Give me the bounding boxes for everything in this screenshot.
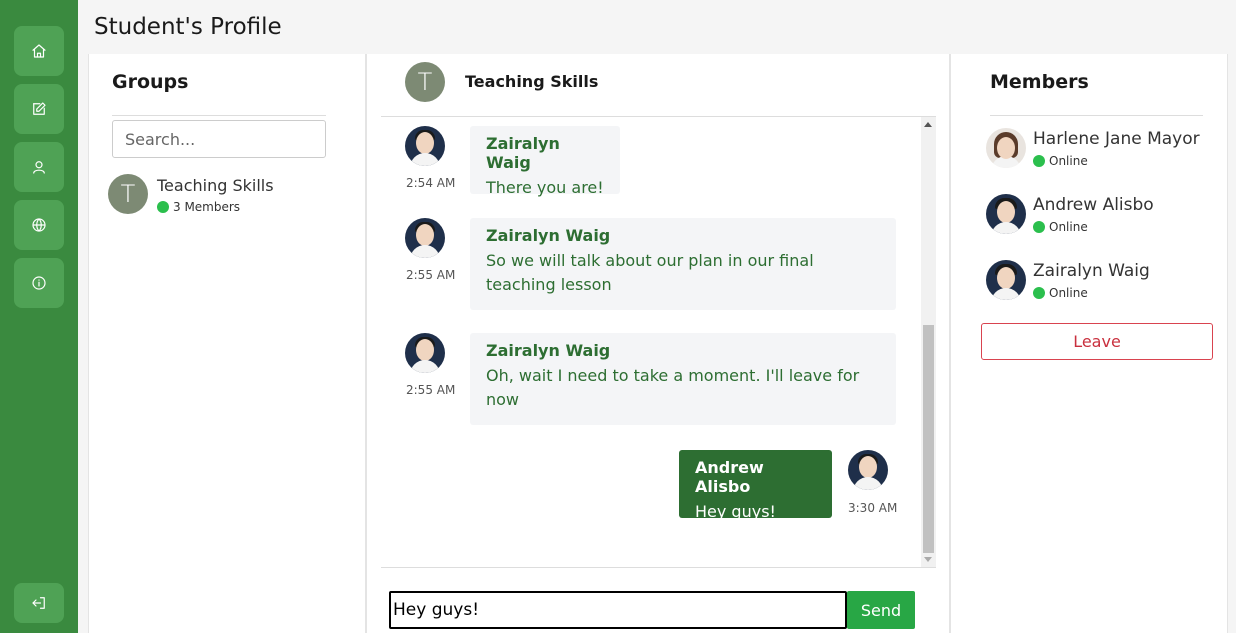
message-time: 2:54 AM bbox=[406, 176, 456, 190]
message-time: 2:55 AM bbox=[406, 383, 456, 397]
nav-profile-button[interactable] bbox=[14, 142, 64, 192]
scrollbar-thumb[interactable] bbox=[923, 325, 934, 553]
info-icon bbox=[32, 276, 46, 290]
online-dot-icon bbox=[1033, 155, 1045, 167]
groups-panel: Groups T Teaching Skills 3 Members bbox=[88, 54, 366, 633]
message-avatar bbox=[405, 333, 445, 373]
scroll-down-icon[interactable] bbox=[924, 557, 932, 562]
member-name: Harlene Jane Mayor bbox=[1033, 129, 1200, 149]
message-bubble: Zairalyn Waig Oh, wait I need to take a … bbox=[470, 333, 896, 425]
member-item: Zairalyn Waig Online bbox=[986, 260, 1216, 304]
message-bubble: Zairalyn Waig There you are! bbox=[470, 126, 620, 197]
members-divider bbox=[990, 115, 1203, 116]
groups-heading: Groups bbox=[112, 71, 189, 93]
online-dot-icon bbox=[1033, 221, 1045, 233]
member-status: Online bbox=[1033, 154, 1088, 168]
user-icon bbox=[33, 161, 45, 174]
group-avatar: T bbox=[108, 174, 148, 214]
page-title: Student's Profile bbox=[94, 14, 282, 40]
send-button[interactable]: Send bbox=[847, 591, 915, 629]
edit-icon bbox=[33, 102, 46, 115]
group-item-teaching-skills[interactable]: T Teaching Skills 3 Members bbox=[108, 174, 348, 216]
member-status-label: Online bbox=[1049, 286, 1088, 300]
message-input[interactable] bbox=[389, 591, 847, 629]
avatar bbox=[986, 260, 1026, 300]
message-text: So we will talk about our plan in our fi… bbox=[486, 251, 814, 294]
chat-panel: T Teaching Skills 2:54 AM Zairalyn Waig … bbox=[366, 54, 950, 633]
logout-icon bbox=[32, 597, 45, 609]
message-list[interactable]: 2:54 AM Zairalyn Waig There you are! 2:5… bbox=[381, 117, 936, 567]
scroll-up-icon[interactable] bbox=[924, 122, 932, 127]
message-text: Oh, wait I need to take a moment. I'll l… bbox=[486, 366, 860, 409]
message-avatar bbox=[405, 126, 445, 166]
member-status-label: Online bbox=[1049, 154, 1088, 168]
avatar bbox=[986, 194, 1026, 234]
sidebar bbox=[0, 0, 78, 633]
leave-group-button[interactable]: Leave bbox=[981, 323, 1213, 360]
composer-divider bbox=[381, 567, 936, 568]
group-search-input[interactable] bbox=[112, 120, 326, 158]
member-item: Harlene Jane Mayor Online bbox=[986, 128, 1216, 172]
group-name: Teaching Skills bbox=[157, 176, 274, 195]
message-scrollbar[interactable] bbox=[921, 117, 936, 567]
nav-home-button[interactable] bbox=[14, 26, 64, 76]
member-name: Zairalyn Waig bbox=[1033, 261, 1150, 281]
member-status-label: Online bbox=[1049, 220, 1088, 234]
message-sender: Zairalyn Waig bbox=[486, 226, 611, 245]
members-heading: Members bbox=[990, 71, 1089, 93]
message-bubble-own: Andrew Alisbo Hey guys! bbox=[679, 450, 832, 521]
home-icon bbox=[32, 44, 46, 58]
group-member-count: 3 Members bbox=[157, 200, 240, 214]
group-members-label: 3 Members bbox=[173, 200, 241, 214]
members-panel: Members Harlene Jane Mayor Online Andrew… bbox=[950, 54, 1228, 633]
member-item: Andrew Alisbo Online bbox=[986, 194, 1216, 238]
globe-icon bbox=[32, 218, 46, 232]
message-time: 2:55 AM bbox=[406, 268, 456, 282]
member-status: Online bbox=[1033, 286, 1088, 300]
nav-globe-button[interactable] bbox=[14, 200, 64, 250]
nav-edit-button[interactable] bbox=[14, 84, 64, 134]
message-sender: Zairalyn Waig bbox=[486, 134, 560, 172]
groups-divider bbox=[112, 115, 326, 116]
message-text: Hey guys! bbox=[695, 502, 776, 521]
online-dot-icon bbox=[1033, 287, 1045, 299]
member-status: Online bbox=[1033, 220, 1088, 234]
nav-info-button[interactable] bbox=[14, 258, 64, 308]
online-dot-icon bbox=[157, 201, 169, 213]
chat-group-avatar: T bbox=[405, 62, 445, 102]
message-avatar bbox=[405, 218, 445, 258]
avatar bbox=[986, 128, 1026, 168]
message-sender: Andrew Alisbo bbox=[695, 458, 764, 496]
logout-button[interactable] bbox=[14, 583, 64, 623]
chat-group-title: Teaching Skills bbox=[465, 72, 599, 91]
member-name: Andrew Alisbo bbox=[1033, 195, 1154, 215]
message-time: 3:30 AM bbox=[848, 501, 898, 515]
message-sender: Zairalyn Waig bbox=[486, 341, 611, 360]
message-text: There you are! bbox=[486, 178, 604, 197]
message-avatar bbox=[848, 450, 888, 490]
message-bubble: Zairalyn Waig So we will talk about our … bbox=[470, 218, 896, 310]
